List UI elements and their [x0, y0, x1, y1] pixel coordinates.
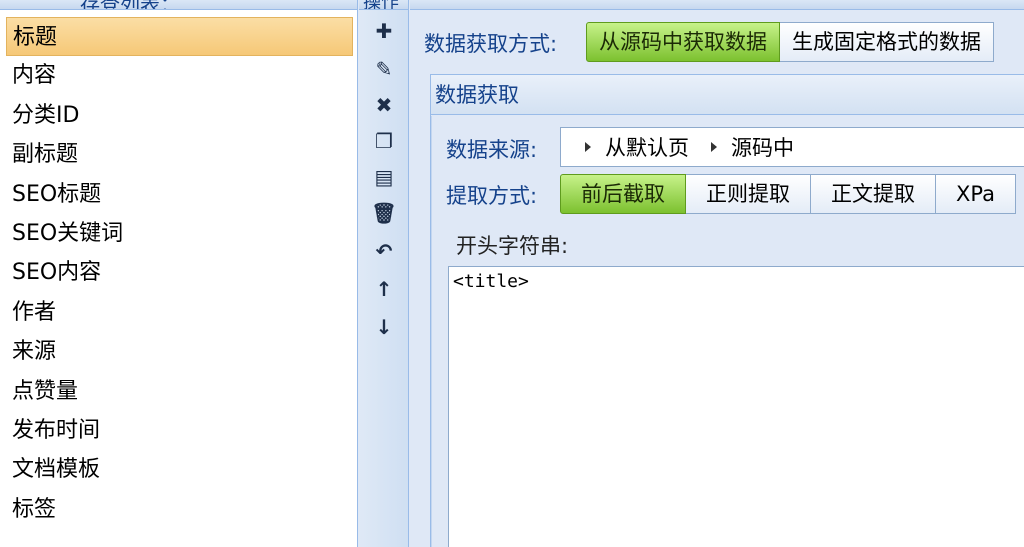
- data-fetch-panel: 数据获取 数据来源: 从默认页 源码中 提取方式: 前后截取 正则提取 正文提取 XPa…: [430, 74, 1024, 547]
- add-button[interactable]: ✚: [371, 18, 397, 44]
- field-list-panel: 存登列表： 标题内容分类ID副标题SEO标题SEO关键词SEO内容作者来源点赞量…: [0, 0, 358, 547]
- extract-method-switch: 前后截取 正则提取 正文提取 XPa: [560, 174, 1016, 214]
- toolbar-header: 操作: [359, 0, 408, 10]
- field-item[interactable]: 副标题: [0, 135, 357, 174]
- extract-method-option[interactable]: XPa: [936, 174, 1016, 214]
- undo-icon: ↶: [375, 239, 393, 263]
- move-up-button[interactable]: ↑: [371, 276, 397, 302]
- source-label: 数据来源:: [446, 138, 538, 162]
- move-up-icon: ↑: [375, 277, 393, 301]
- source-crumb-label: 源码中: [731, 136, 794, 160]
- field-item[interactable]: SEO标题: [0, 175, 357, 214]
- source-crumb-label: 从默认页: [605, 136, 689, 160]
- trash-button[interactable]: 🗑: [371, 200, 397, 226]
- config-top-strip: [410, 0, 1024, 10]
- fetch-method-label: 数据获取方式:: [424, 32, 558, 56]
- field-list-header-title: 存登列表：: [80, 0, 180, 9]
- move-down-icon: ↓: [375, 315, 393, 339]
- field-item[interactable]: SEO关键词: [0, 214, 357, 253]
- field-item[interactable]: 来源: [0, 332, 357, 371]
- source-crumb[interactable]: 从默认页: [585, 132, 689, 162]
- field-item[interactable]: 标签: [0, 490, 357, 529]
- source-selector[interactable]: 从默认页 源码中: [560, 127, 1024, 167]
- crumb-arrow-icon: [711, 142, 717, 152]
- field-item[interactable]: 作者: [0, 293, 357, 332]
- trash-icon: 🗑: [371, 201, 397, 225]
- paste-icon: ▤: [374, 165, 394, 189]
- field-item[interactable]: 点赞量: [0, 372, 357, 411]
- field-item[interactable]: 标题: [6, 17, 353, 57]
- field-item[interactable]: 分类ID: [0, 96, 357, 135]
- add-icon: ✚: [375, 19, 393, 43]
- edit-icon: ✎: [375, 57, 393, 81]
- extract-method-option[interactable]: 正文提取: [811, 174, 936, 214]
- field-list: 标题 内容 分类ID 副标题 SEO标题 SEO关键词 SEO内容 作者 来源 点赞量 发布时间 文档…: [0, 17, 357, 529]
- field-item[interactable]: 文档模板: [0, 450, 357, 489]
- move-down-button[interactable]: ↓: [371, 314, 397, 340]
- delete-icon: ✖: [375, 93, 393, 117]
- edit-button[interactable]: ✎: [371, 56, 397, 82]
- fetch-method-switch: 从源码中获取数据 生成固定格式的数据: [586, 22, 994, 62]
- start-string-editor[interactable]: <title>: [448, 266, 1024, 547]
- paste-button[interactable]: ▤: [371, 164, 397, 190]
- delete-button[interactable]: ✖: [371, 92, 397, 118]
- operations-toolbar: 操作 ✚ ✎ ✖ ❐ ▤ 🗑 ↶ ↑ ↓: [359, 0, 409, 547]
- undo-button[interactable]: ↶: [371, 238, 397, 264]
- field-item[interactable]: 内容: [0, 56, 357, 95]
- field-item[interactable]: SEO内容: [0, 253, 357, 292]
- extract-method-option[interactable]: 正则提取: [686, 174, 811, 214]
- data-fetch-body: 数据来源: 从默认页 源码中 提取方式: 前后截取 正则提取 正文提取 XPa 开头字符…: [431, 116, 1024, 547]
- copy-icon: ❐: [375, 129, 393, 153]
- fetch-method-option[interactable]: 从源码中获取数据: [586, 22, 780, 62]
- copy-button[interactable]: ❐: [371, 128, 397, 154]
- crumb-arrow-icon: [585, 142, 591, 152]
- app-window: 存登列表： 标题内容分类ID副标题SEO标题SEO关键词SEO内容作者来源点赞量…: [0, 0, 1024, 547]
- fetch-method-option[interactable]: 生成固定格式的数据: [780, 22, 994, 62]
- field-item[interactable]: 发布时间: [0, 411, 357, 450]
- toolbar-header-title: 操作: [363, 0, 399, 9]
- extract-method-option[interactable]: 前后截取: [560, 174, 686, 214]
- source-crumb[interactable]: 源码中: [711, 132, 794, 162]
- data-fetch-title: 数据获取: [431, 75, 1024, 115]
- extract-method-label: 提取方式:: [446, 184, 538, 208]
- field-list-header: 存登列表：: [0, 0, 357, 10]
- config-area: 数据获取方式: 从源码中获取数据 生成固定格式的数据 数据获取 数据来源: 从默认…: [410, 0, 1024, 547]
- start-string-label: 开头字符串:: [456, 234, 569, 258]
